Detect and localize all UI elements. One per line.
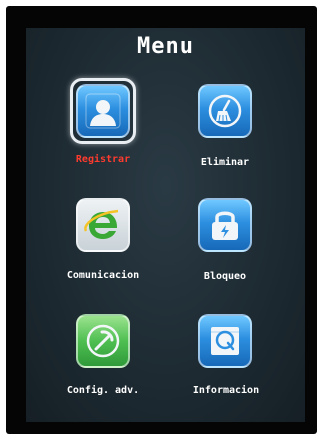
device-screen: Menu Registrar Eliminar Comunicacion Blo… [26, 28, 305, 422]
menu-item-eliminar[interactable] [192, 78, 258, 144]
lock-icon [198, 198, 252, 252]
menu-item-bloqueo[interactable] [192, 192, 258, 258]
menu-label-bloqueo: Bloqueo [203, 271, 247, 282]
advanced-config-pickaxe-icon [76, 314, 130, 368]
menu-label-registrar: Registrar [75, 154, 131, 165]
menu-item-registrar[interactable] [70, 78, 136, 144]
menu-label-informacion: Informacion [192, 385, 260, 396]
menu-title: Menu [137, 34, 194, 59]
information-icon [198, 314, 252, 368]
menu-label-config-adv: Config. adv. [66, 385, 140, 396]
menu-item-config-adv[interactable] [70, 308, 136, 374]
delete-broom-icon [198, 84, 252, 138]
menu-item-informacion[interactable] [192, 308, 258, 374]
menu-label-eliminar: Eliminar [200, 157, 250, 168]
communication-e-icon [76, 198, 130, 252]
register-user-icon [76, 84, 130, 138]
menu-item-comunicacion[interactable] [70, 192, 136, 258]
menu-label-comunicacion: Comunicacion [66, 270, 140, 281]
